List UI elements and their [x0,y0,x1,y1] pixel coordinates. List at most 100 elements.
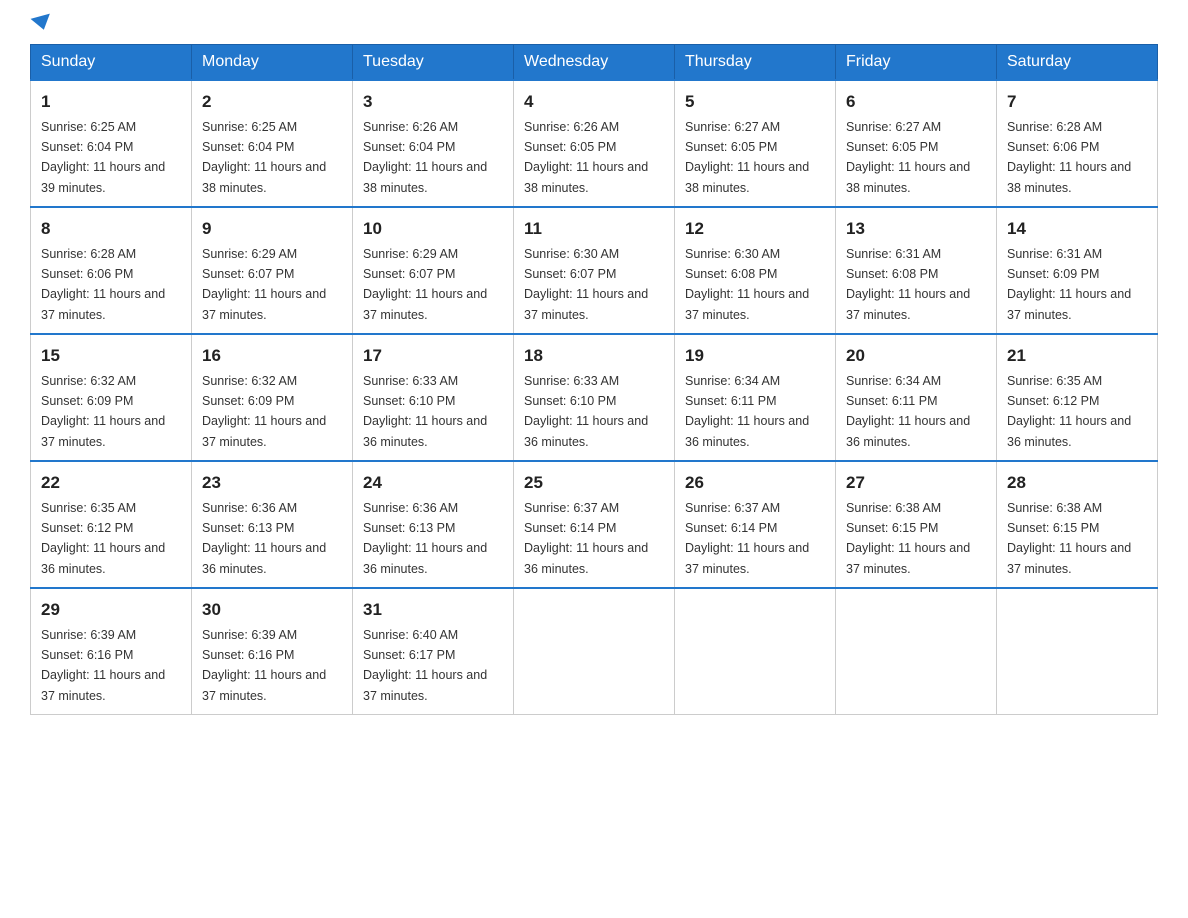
day-number: 16 [202,343,342,369]
day-number: 9 [202,216,342,242]
day-info: Sunrise: 6:32 AMSunset: 6:09 PMDaylight:… [202,374,326,449]
calendar-cell [836,588,997,715]
calendar-cell: 24 Sunrise: 6:36 AMSunset: 6:13 PMDayligh… [353,461,514,588]
day-number: 26 [685,470,825,496]
calendar-cell: 3Sunrise: 6:26 AMSunset: 6:04 PMDaylight… [353,80,514,207]
day-info: Sunrise: 6:31 AMSunset: 6:08 PMDaylight:… [846,247,970,322]
day-number: 6 [846,89,986,115]
day-info: Sunrise: 6:27 AMSunset: 6:05 PMDaylight:… [685,120,809,195]
day-info: Sunrise: 6:37 AMSunset: 6:14 PMDaylight:… [524,501,648,576]
calendar-cell: 18 Sunrise: 6:33 AMSunset: 6:10 PMDayligh… [514,334,675,461]
day-number: 25 [524,470,664,496]
day-info: Sunrise: 6:40 AMSunset: 6:17 PMDaylight:… [363,628,487,703]
calendar-cell: 17 Sunrise: 6:33 AMSunset: 6:10 PMDayligh… [353,334,514,461]
calendar-cell: 22Sunrise: 6:35 AMSunset: 6:12 PMDayligh… [31,461,192,588]
day-info: Sunrise: 6:39 AMSunset: 6:16 PMDaylight:… [202,628,326,703]
day-info: Sunrise: 6:34 AMSunset: 6:11 PMDaylight:… [846,374,970,449]
day-number: 19 [685,343,825,369]
day-info: Sunrise: 6:36 AMSunset: 6:13 PMDaylight:… [363,501,487,576]
day-number: 24 [363,470,503,496]
day-number: 20 [846,343,986,369]
weekday-header-friday: Friday [836,45,997,81]
day-info: Sunrise: 6:38 AMSunset: 6:15 PMDaylight:… [1007,501,1131,576]
weekday-header-tuesday: Tuesday [353,45,514,81]
calendar-cell: 13 Sunrise: 6:31 AMSunset: 6:08 PMDayligh… [836,207,997,334]
calendar-cell: 27Sunrise: 6:38 AMSunset: 6:15 PMDayligh… [836,461,997,588]
day-number: 2 [202,89,342,115]
day-number: 30 [202,597,342,623]
day-number: 4 [524,89,664,115]
day-number: 13 [846,216,986,242]
day-info: Sunrise: 6:30 AMSunset: 6:07 PMDaylight:… [524,247,648,322]
day-number: 23 [202,470,342,496]
calendar-cell [997,588,1158,715]
calendar-cell: 28 Sunrise: 6:38 AMSunset: 6:15 PMDayligh… [997,461,1158,588]
day-info: Sunrise: 6:36 AMSunset: 6:13 PMDaylight:… [202,501,326,576]
day-number: 15 [41,343,181,369]
calendar-cell: 29Sunrise: 6:39 AMSunset: 6:16 PMDayligh… [31,588,192,715]
calendar-cell: 15 Sunrise: 6:32 AMSunset: 6:09 PMDayligh… [31,334,192,461]
day-number: 27 [846,470,986,496]
day-info: Sunrise: 6:30 AMSunset: 6:08 PMDaylight:… [685,247,809,322]
calendar-cell: 20 Sunrise: 6:34 AMSunset: 6:11 PMDayligh… [836,334,997,461]
calendar-cell: 12 Sunrise: 6:30 AMSunset: 6:08 PMDayligh… [675,207,836,334]
week-row-2: 8Sunrise: 6:28 AMSunset: 6:06 PMDaylight… [31,207,1158,334]
weekday-header-monday: Monday [192,45,353,81]
calendar-cell: 1Sunrise: 6:25 AMSunset: 6:04 PMDaylight… [31,80,192,207]
page-header [30,20,1158,34]
day-number: 11 [524,216,664,242]
logo [30,20,52,34]
calendar-cell: 14 Sunrise: 6:31 AMSunset: 6:09 PMDayligh… [997,207,1158,334]
day-info: Sunrise: 6:28 AMSunset: 6:06 PMDaylight:… [1007,120,1131,195]
day-number: 22 [41,470,181,496]
calendar-cell [675,588,836,715]
calendar-cell: 30 Sunrise: 6:39 AMSunset: 6:16 PMDayligh… [192,588,353,715]
day-number: 31 [363,597,503,623]
week-row-5: 29 Sunrise: 6:39 AMSunset: 6:16 PMDayligh… [31,588,1158,715]
day-number: 14 [1007,216,1147,242]
day-info: Sunrise: 6:33 AMSunset: 6:10 PMDaylight:… [524,374,648,449]
day-info: Sunrise: 6:32 AMSunset: 6:09 PMDaylight:… [41,374,165,449]
day-number: 12 [685,216,825,242]
day-info: Sunrise: 6:29 AMSunset: 6:07 PMDaylight:… [363,247,487,322]
day-info: Sunrise: 6:35 AMSunset: 6:12 PMDaylight:… [1007,374,1131,449]
calendar-cell: 4 Sunrise: 6:26 AMSunset: 6:05 PMDaylight… [514,80,675,207]
day-number: 5 [685,89,825,115]
weekday-header-row: SundayMondayTuesdayWednesdayThursdayFrid… [31,45,1158,81]
day-info: Sunrise: 6:25 AMSunset: 6:04 PMDaylight:… [41,120,165,195]
week-row-4: 22Sunrise: 6:35 AMSunset: 6:12 PMDayligh… [31,461,1158,588]
week-row-3: 15 Sunrise: 6:32 AMSunset: 6:09 PMDayligh… [31,334,1158,461]
day-info: Sunrise: 6:29 AMSunset: 6:07 PMDaylight:… [202,247,326,322]
day-info: Sunrise: 6:28 AMSunset: 6:06 PMDaylight:… [41,247,165,322]
day-info: Sunrise: 6:37 AMSunset: 6:14 PMDaylight:… [685,501,809,576]
day-info: Sunrise: 6:26 AMSunset: 6:04 PMDaylight:… [363,120,487,195]
day-number: 10 [363,216,503,242]
day-number: 28 [1007,470,1147,496]
day-info: Sunrise: 6:25 AMSunset: 6:04 PMDaylight:… [202,120,326,195]
day-number: 7 [1007,89,1147,115]
day-number: 29 [41,597,181,623]
day-info: Sunrise: 6:31 AMSunset: 6:09 PMDaylight:… [1007,247,1131,322]
calendar-cell: 7 Sunrise: 6:28 AMSunset: 6:06 PMDaylight… [997,80,1158,207]
day-number: 17 [363,343,503,369]
calendar-cell: 31 Sunrise: 6:40 AMSunset: 6:17 PMDayligh… [353,588,514,715]
calendar-cell: 9 Sunrise: 6:29 AMSunset: 6:07 PMDaylight… [192,207,353,334]
day-info: Sunrise: 6:27 AMSunset: 6:05 PMDaylight:… [846,120,970,195]
calendar-cell: 6 Sunrise: 6:27 AMSunset: 6:05 PMDaylight… [836,80,997,207]
week-row-1: 1Sunrise: 6:25 AMSunset: 6:04 PMDaylight… [31,80,1158,207]
calendar-cell: 19 Sunrise: 6:34 AMSunset: 6:11 PMDayligh… [675,334,836,461]
calendar-cell: 11 Sunrise: 6:30 AMSunset: 6:07 PMDayligh… [514,207,675,334]
calendar-cell: 10 Sunrise: 6:29 AMSunset: 6:07 PMDayligh… [353,207,514,334]
calendar-cell: 8Sunrise: 6:28 AMSunset: 6:06 PMDaylight… [31,207,192,334]
calendar-cell: 16 Sunrise: 6:32 AMSunset: 6:09 PMDayligh… [192,334,353,461]
day-info: Sunrise: 6:26 AMSunset: 6:05 PMDaylight:… [524,120,648,195]
weekday-header-wednesday: Wednesday [514,45,675,81]
weekday-header-thursday: Thursday [675,45,836,81]
weekday-header-sunday: Sunday [31,45,192,81]
day-info: Sunrise: 6:33 AMSunset: 6:10 PMDaylight:… [363,374,487,449]
day-info: Sunrise: 6:34 AMSunset: 6:11 PMDaylight:… [685,374,809,449]
calendar-table: SundayMondayTuesdayWednesdayThursdayFrid… [30,44,1158,715]
logo-triangle-icon [31,14,54,33]
calendar-cell [514,588,675,715]
day-number: 18 [524,343,664,369]
